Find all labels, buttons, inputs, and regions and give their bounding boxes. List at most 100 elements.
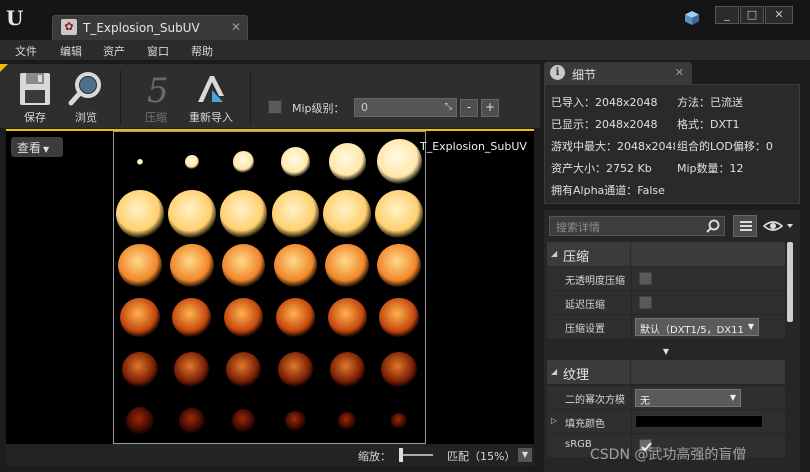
prop-defer-compression: 延迟压缩 [547, 291, 785, 315]
prop-compression-settings: 压缩设置 默认（DXT1/5，DX11 ▼ [547, 315, 785, 339]
explosion-frame [376, 139, 422, 185]
zoom-slider-handle[interactable] [399, 448, 403, 462]
explosion-frame [232, 151, 255, 173]
chevron-down-icon: ▼ [43, 145, 50, 154]
visibility-options-button[interactable] [762, 217, 796, 235]
defer-compression-checkbox[interactable] [639, 296, 652, 309]
info-has-alpha: 拥有Alpha通道：False [551, 184, 665, 197]
save-label: 保存 [24, 111, 46, 124]
watermark-text: CSDN @武功高强的盲僧 [590, 447, 747, 463]
prop-compress-no-alpha: 无透明度压缩 [547, 267, 785, 291]
explosion-frame [391, 413, 407, 429]
mip-level-label: Mip级别： [292, 102, 345, 115]
column-divider [631, 267, 632, 291]
info-mip-count: Mip数量：12 [677, 162, 744, 175]
texture-info-panel: 已导入：2048x2048 方法：已流送 已显示：2048x2048 格式：DX… [544, 84, 800, 204]
cube-icon[interactable] [684, 10, 700, 26]
browse-label: 浏览 [75, 111, 97, 124]
explosion-frame [120, 297, 160, 338]
info-imported: 已导入：2048x2048 [551, 96, 658, 109]
prop-label: 压缩设置 [565, 324, 605, 335]
explosion-frame [178, 408, 205, 435]
mip-increase-button[interactable]: + [481, 99, 499, 117]
info-resource-size: 资产大小：2752 Kb [551, 162, 652, 175]
explosion-frame [275, 297, 316, 338]
explosion-frame [377, 243, 421, 288]
view-menu-button[interactable]: 查看 ▼ [11, 137, 63, 157]
compress-button[interactable]: 5 压缩 [129, 68, 183, 126]
toolbar-separator [250, 70, 251, 124]
menu-asset[interactable]: 资产 [103, 43, 125, 59]
reimport-button[interactable]: 重新导入 [184, 68, 238, 126]
texture-viewport[interactable]: 查看 ▼ T_Explosion_SubUV [6, 129, 534, 444]
fill-color-swatch[interactable] [635, 415, 763, 428]
view-menu-label: 查看 [17, 141, 42, 155]
column-divider [630, 360, 631, 384]
explosion-frame [125, 406, 155, 436]
chevron-down-icon: ▼ [747, 322, 754, 331]
info-displayed: 已显示：2048x2048 [551, 118, 658, 131]
texture-name-overlay: T_Explosion_SubUV [420, 140, 527, 153]
category-compression[interactable]: ◢ 压缩 [547, 242, 785, 266]
prop-label: 延迟压缩 [565, 300, 605, 311]
column-divider [630, 242, 631, 266]
category-texture[interactable]: ◢ 纹理 [547, 360, 785, 384]
menu-file[interactable]: 文件 [15, 43, 37, 59]
explosion-frame [329, 351, 365, 387]
document-tab[interactable]: ✿ T_Explosion_SubUV ✕ [52, 15, 248, 40]
reimport-label: 重新导入 [189, 111, 233, 124]
mip-decrease-button[interactable]: - [460, 99, 478, 117]
svg-text:5: 5 [147, 71, 169, 108]
explosion-frame [323, 189, 372, 238]
menu-window[interactable]: 窗口 [147, 43, 169, 59]
prop-label: 填充颜色 [565, 419, 605, 430]
compression-settings-dropdown[interactable]: 默认（DXT1/5，DX11 ▼ [635, 318, 759, 336]
zoom-bar: 缩放： 匹配（15%） ▼ [6, 444, 534, 466]
details-tab[interactable]: i 细节 ✕ [544, 62, 692, 84]
details-scrollbar[interactable] [787, 242, 793, 322]
zoom-dropdown-button[interactable]: ▼ [518, 448, 532, 462]
tab-close-icon[interactable]: ✕ [231, 20, 241, 34]
magnifier-icon [68, 72, 101, 106]
zoom-value: 匹配（15%） [447, 450, 516, 463]
view-options-grid-button[interactable] [733, 215, 757, 237]
minimize-button[interactable]: _ [715, 6, 739, 24]
details-panel: 搜索详情 ◢ 压缩 无透明度压缩 延迟压缩 压缩设置 默认（DXT1/5，DX1… [544, 210, 800, 472]
close-window-button[interactable]: ✕ [765, 6, 793, 24]
info-format: 格式：DXT1 [677, 118, 740, 131]
explosion-frame [328, 143, 366, 181]
explosion-frame [325, 243, 369, 288]
explosion-frame [167, 189, 216, 238]
explosion-frame [285, 410, 306, 432]
compress-no-alpha-checkbox[interactable] [639, 272, 652, 285]
grid-icon [740, 221, 752, 231]
info-max-ingame: 游戏中最大：2048x2048 [551, 140, 675, 153]
compress-label: 压缩 [145, 111, 167, 124]
explosion-frame [225, 351, 262, 387]
mip-level-checkbox[interactable] [268, 100, 282, 114]
details-tab-close-icon[interactable]: ✕ [675, 66, 684, 79]
advanced-expand-arrow-icon[interactable]: ▼ [547, 347, 785, 357]
explosion-frame [379, 297, 419, 338]
zoom-slider-track[interactable] [401, 454, 433, 456]
compress-icon: 5 [147, 71, 169, 108]
save-button[interactable]: 保存 [8, 68, 62, 126]
search-details-input[interactable]: 搜索详情 [549, 216, 725, 236]
power-of-two-value: 无 [640, 396, 650, 407]
explosion-frame [221, 243, 266, 288]
explosion-frame [184, 154, 199, 169]
menu-edit[interactable]: 编辑 [60, 43, 82, 59]
maximize-button[interactable]: □ [740, 6, 764, 24]
power-of-two-dropdown[interactable]: 无 ▼ [635, 389, 741, 407]
expand-arrow-icon[interactable]: ▷ [551, 416, 557, 425]
menu-help[interactable]: 帮助 [191, 43, 213, 59]
explosion-frame [381, 351, 417, 387]
toolbar: 保存 浏览 5 压缩 重新导入 Mip级别： 0 ⤡ - + [0, 61, 540, 128]
explosion-frame [273, 243, 318, 288]
explosion-frame [223, 297, 264, 338]
save-icon [20, 73, 50, 105]
mip-level-spinbox[interactable]: 0 ⤡ [354, 98, 457, 117]
chevron-down-icon: ▼ [729, 393, 736, 402]
browse-button[interactable]: 浏览 [59, 68, 113, 126]
explosion-frame [327, 297, 367, 338]
